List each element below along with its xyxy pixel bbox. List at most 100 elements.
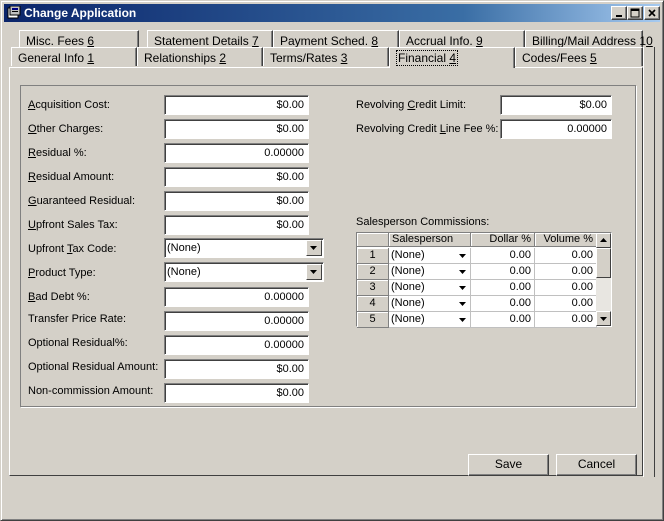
grid-cell-dollar[interactable]: 0.00 (471, 248, 535, 264)
salesperson-dropdown-button[interactable] (455, 248, 470, 263)
other-charges-field[interactable]: $0.00 (164, 119, 309, 139)
window-title: Change Application (24, 6, 137, 20)
grid-cell-volume[interactable]: 0.00 (535, 280, 597, 296)
grid-cell-salesperson[interactable]: (None) (389, 312, 471, 328)
grid-cell-volume[interactable]: 0.00 (535, 264, 597, 280)
transfer-price-rate-label: Transfer Price Rate: (28, 313, 127, 325)
revolving-credit-limit-label: Revolving Credit Limit: (356, 99, 467, 111)
column-header-salesperson[interactable]: Salesperson (389, 233, 471, 247)
transfer-price-rate-field[interactable]: 0.00000 (164, 311, 309, 331)
grid-cell-dollar[interactable]: 0.00 (471, 280, 535, 296)
optional-residual-amount-field[interactable]: $0.00 (164, 359, 309, 379)
upfront-sales-tax-label: Upfront Sales Tax: (28, 219, 118, 231)
salesperson-value: (None) (391, 313, 425, 325)
tab-general-info[interactable]: General Info 1 (11, 47, 137, 66)
guaranteed-residual-field[interactable]: $0.00 (164, 191, 309, 211)
tab-label: General Info (18, 51, 88, 65)
optional-residual-percent-field[interactable]: 0.00000 (164, 335, 309, 355)
grid-cell-dollar[interactable]: 0.00 (471, 312, 535, 328)
grid-cell-volume[interactable]: 0.00 (535, 296, 597, 312)
cancel-button[interactable]: Cancel (556, 454, 637, 476)
revolving-credit-limit-field[interactable]: $0.00 (500, 95, 612, 115)
chevron-down-icon (459, 270, 466, 274)
non-commission-amount-field[interactable]: $0.00 (164, 383, 309, 403)
salesperson-value: (None) (391, 297, 425, 309)
grid-cell-salesperson[interactable]: (None) (389, 296, 471, 312)
scroll-up-button[interactable] (596, 233, 611, 248)
tab-label: Payment Sched. (280, 34, 372, 48)
close-button[interactable] (644, 6, 660, 20)
chevron-down-icon (310, 246, 317, 250)
chevron-down-icon (459, 302, 466, 306)
salesperson-dropdown-button[interactable] (455, 280, 470, 295)
salesperson-commissions-grid[interactable]: Salesperson Dollar % Volume % 1 (None) 0.0… (356, 232, 612, 328)
title-bar[interactable]: Change Application (4, 4, 660, 22)
tab-hotkey: 0 (646, 34, 653, 48)
grid-row-number[interactable]: 3 (357, 280, 389, 296)
tab-focus: Financial 4 (396, 50, 459, 66)
product-type-value: (None) (167, 266, 201, 278)
tab-hotkey: 9 (476, 34, 483, 48)
tab-financial[interactable]: Financial 4 (389, 47, 515, 68)
scroll-up-icon (600, 238, 607, 242)
tab-hotkey: 7 (252, 34, 259, 48)
residual-amount-field[interactable]: $0.00 (164, 167, 309, 187)
salesperson-value: (None) (391, 281, 425, 293)
maximize-icon (630, 8, 640, 18)
grid-cell-dollar[interactable]: 0.00 (471, 264, 535, 280)
grid-corner (357, 233, 389, 247)
tab-terms-rates[interactable]: Terms/Rates 3 (263, 47, 389, 66)
maximize-button[interactable] (627, 6, 643, 20)
upfront-tax-code-dropdown-button[interactable] (306, 240, 322, 256)
grid-cell-salesperson[interactable]: (None) (389, 248, 471, 264)
grid-cell-salesperson[interactable]: (None) (389, 280, 471, 296)
non-commission-amount-label: Non-commission Amount: (28, 385, 154, 397)
upfront-sales-tax-field[interactable]: $0.00 (164, 215, 309, 235)
tab-label: Misc. Fees (26, 34, 88, 48)
product-type-dropdown-button[interactable] (306, 264, 322, 280)
residual-percent-field[interactable]: 0.00000 (164, 143, 309, 163)
upfront-tax-code-value: (None) (167, 242, 201, 254)
chevron-down-icon (310, 270, 317, 274)
tab-label: Statement Details (154, 34, 253, 48)
residual-percent-label: Residual %: (28, 147, 87, 159)
grid-cell-volume[interactable]: 0.00 (535, 312, 597, 328)
salesperson-dropdown-button[interactable] (455, 312, 470, 327)
save-button[interactable]: Save (468, 454, 549, 476)
salesperson-dropdown-button[interactable] (455, 264, 470, 279)
tab-relationships[interactable]: Relationships 2 (137, 47, 263, 66)
tab-hotkey: 5 (590, 51, 597, 65)
upfront-tax-code-select[interactable]: (None) (164, 238, 324, 258)
minimize-button[interactable] (611, 6, 627, 20)
app-icon (7, 6, 21, 19)
product-type-select[interactable]: (None) (164, 262, 324, 282)
grid-row-number[interactable]: 4 (357, 296, 389, 312)
salesperson-dropdown-button[interactable] (455, 296, 470, 311)
grid-row-number[interactable]: 5 (357, 312, 389, 328)
column-header-volume[interactable]: Volume % (535, 233, 597, 247)
revolving-credit-line-fee-field[interactable]: 0.00000 (500, 119, 612, 139)
guaranteed-residual-label: Guaranteed Residual: (28, 195, 136, 207)
grid-cell-dollar[interactable]: 0.00 (471, 296, 535, 312)
upfront-tax-code-label: Upfront Tax Code: (28, 243, 117, 255)
bad-debt-field[interactable]: 0.00000 (164, 287, 309, 307)
product-type-label: Product Type: (28, 267, 96, 279)
scroll-thumb[interactable] (596, 248, 611, 278)
chevron-down-icon (459, 318, 466, 322)
scroll-down-button[interactable] (596, 311, 611, 326)
optional-residual-amount-label: Optional Residual Amount: (28, 361, 159, 373)
tab-codes-fees[interactable]: Codes/Fees 5 (515, 47, 643, 66)
grid-vertical-scrollbar[interactable] (596, 233, 611, 326)
application-window: Change Application Misc. Fees 6 Statemen… (0, 0, 664, 521)
acquisition-cost-field[interactable]: $0.00 (164, 95, 309, 115)
tab-label: Financial (398, 51, 450, 65)
grid-row-number[interactable]: 2 (357, 264, 389, 280)
column-header-dollar[interactable]: Dollar % (471, 233, 535, 247)
close-icon (648, 9, 656, 17)
tab-hotkey: 1 (87, 51, 95, 65)
grid-cell-volume[interactable]: 0.00 (535, 248, 597, 264)
grid-row-number[interactable]: 1 (357, 248, 389, 264)
scroll-down-icon (600, 317, 607, 321)
tab-label: Billing/Mail Address 1 (532, 34, 647, 48)
grid-cell-salesperson[interactable]: (None) (389, 264, 471, 280)
